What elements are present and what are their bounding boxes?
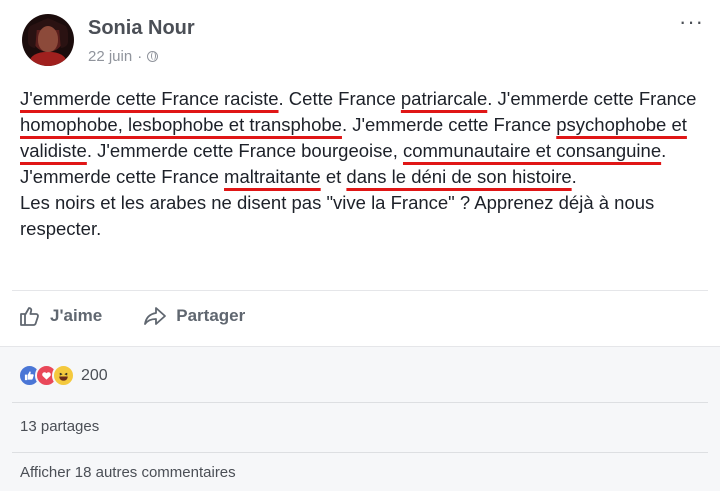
reaction-count: 200 — [81, 366, 108, 384]
divider — [12, 402, 708, 403]
shares-count[interactable]: 13 partages — [20, 418, 99, 435]
post-date[interactable]: 22 juin — [88, 48, 132, 65]
divider — [12, 452, 708, 453]
avatar[interactable] — [22, 14, 74, 66]
share-arrow-icon — [144, 307, 167, 325]
text-segment: . J'emmerde cette France — [341, 114, 557, 135]
reactions-summary[interactable]: 200 — [18, 364, 108, 387]
meta-separator: · — [137, 48, 143, 65]
like-label: J'aime — [50, 306, 103, 325]
facebook-post: Sonia Nour 22 juin · ··· J'emmerde cette… — [0, 0, 720, 491]
avatar-face — [38, 26, 58, 52]
reaction-haha-icon — [52, 364, 75, 387]
share-label: Partager — [176, 306, 246, 325]
reaction-icons — [18, 364, 75, 387]
author-name[interactable]: Sonia Nour — [88, 17, 195, 40]
text-segment: . Cette France — [278, 88, 401, 109]
underlined-phrase: homophobe, lesbophobe et transphobe — [20, 114, 342, 135]
text-segment: . — [571, 166, 577, 187]
post-meta: 22 juin · — [88, 48, 159, 65]
underlined-phrase: dans le déni de son histoire — [346, 166, 572, 187]
text-segment: . J'emmerde cette France — [487, 88, 697, 109]
action-bar: J'aime Partager — [18, 304, 245, 328]
divider — [12, 290, 708, 291]
share-button[interactable]: Partager — [142, 304, 245, 328]
more-options-icon[interactable]: ··· — [679, 11, 704, 33]
text-segment: et — [320, 166, 347, 187]
post-paragraph-2: Les noirs et les arabes ne disent pas "v… — [20, 192, 655, 239]
view-more-comments-link[interactable]: Afficher 18 autres commentaires — [20, 464, 236, 481]
globe-icon — [147, 51, 159, 62]
post-body: J'emmerde cette France raciste. Cette Fr… — [20, 86, 700, 242]
underlined-phrase: J'emmerde cette France raciste — [20, 88, 279, 109]
like-button[interactable]: J'aime — [18, 304, 102, 328]
avatar-shirt — [30, 52, 66, 66]
underlined-phrase: communautaire et consanguine — [402, 140, 662, 161]
post-paragraph-1: J'emmerde cette France raciste. Cette Fr… — [20, 86, 700, 190]
like-thumb-icon — [20, 307, 39, 326]
text-segment: . J'emmerde cette France bourgeoise, — [86, 140, 403, 161]
underlined-phrase: maltraitante — [224, 166, 321, 187]
underlined-phrase: patriarcale — [400, 88, 488, 109]
